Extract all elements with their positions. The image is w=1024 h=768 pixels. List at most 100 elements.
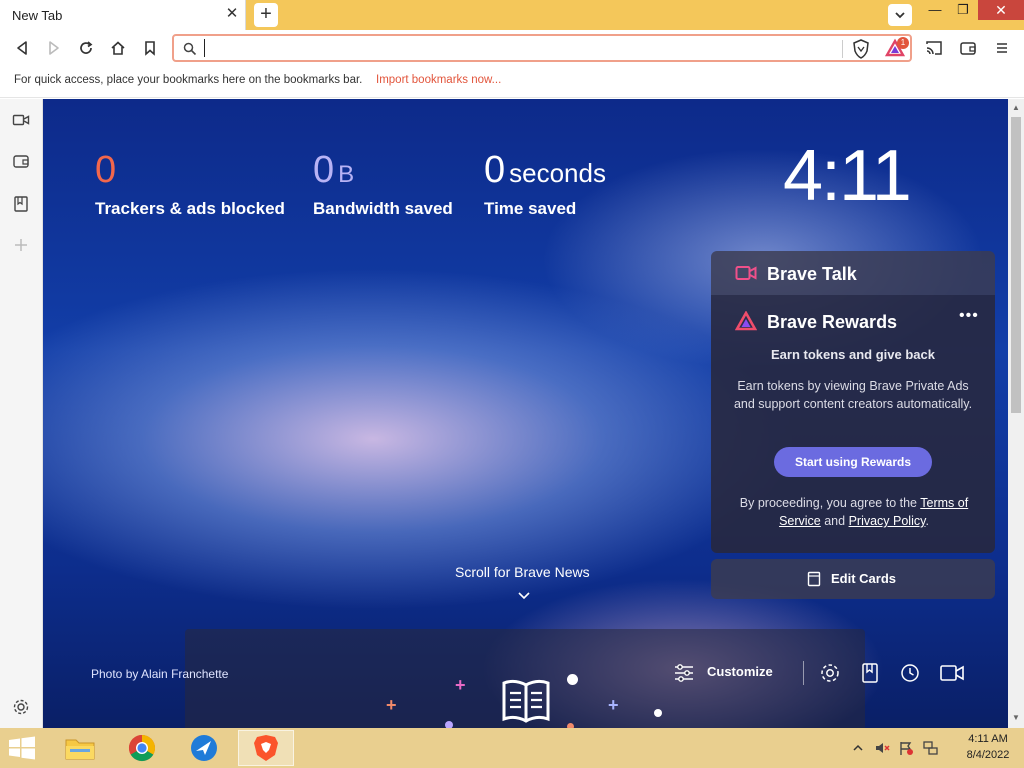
customize-button[interactable]: Customize [707,664,773,679]
tray-overflow-icon[interactable] [850,740,866,756]
home-button[interactable] [108,38,128,58]
brave-news-book-icon[interactable] [501,677,551,723]
brave-talk-card[interactable]: Brave Talk [711,251,995,295]
windows-taskbar: 4:11 AM 8/4/2022 [0,728,1024,768]
network-icon[interactable] [922,740,938,756]
bookmarks-bar: For quick access, place your bookmarks h… [0,66,1024,98]
wallet-icon [13,155,29,168]
page-scrollbar[interactable]: ▲ ▼ [1008,99,1024,728]
cast-button[interactable] [924,38,944,58]
privacy-policy-link[interactable]: Privacy Policy [849,514,926,528]
history-clock-icon[interactable] [899,662,921,684]
home-icon [111,41,125,55]
brave-talk-video-icon[interactable] [939,662,965,684]
brave-rewards-button[interactable]: 1 [884,37,910,60]
stat-time-value: 0 seconds [484,149,606,191]
main-menu-button[interactable] [992,38,1012,58]
photo-credit: Photo by Alain Franchette [91,667,229,681]
edit-cards-button[interactable]: Edit Cards [711,559,995,599]
decorative-dot [445,721,453,728]
new-tab-button[interactable]: + [254,3,278,27]
scroll-up-arrow-icon[interactable]: ▲ [1012,103,1020,112]
close-window-button[interactable]: ✕ [978,0,1024,20]
rewards-legal-text: By proceeding, you agree to the Terms of… [739,496,969,528]
tab-new-tab[interactable]: New Tab ✕ [0,0,246,30]
forward-button[interactable] [44,38,64,58]
sidebar-item-wallet[interactable] [10,150,32,172]
action-center-flag-icon[interactable] [898,740,914,756]
plus-icon [15,239,27,251]
reload-button[interactable] [76,38,96,58]
volume-muted-icon[interactable] [874,740,890,756]
edit-cards-icon [807,571,821,587]
sidebar-add-button[interactable] [10,234,32,256]
sliders-icon [675,664,693,682]
import-bookmarks-link[interactable]: Import bookmarks now... [376,74,501,86]
video-camera-icon [12,114,30,126]
stat-bandwidth-value: 0B [313,149,355,191]
bookmark-button[interactable] [140,38,160,58]
forward-icon [49,41,59,55]
tab-title: New Tab [12,8,63,23]
chrome-icon [128,734,156,762]
bookmarks-icon [14,196,28,212]
settings-gear-icon[interactable] [819,662,841,684]
windows-start-icon[interactable] [8,736,36,760]
sidebar-settings-button[interactable] [10,696,32,718]
taskbar-app[interactable] [176,730,232,766]
minimize-button[interactable]: — [920,0,950,20]
chevron-down-icon[interactable] [517,591,531,601]
sidebar-item-talk[interactable] [10,109,32,131]
back-icon [17,41,27,55]
decorative-plus-icon: + [608,695,619,715]
taskbar-clock-date[interactable]: 8/4/2022 [960,749,1016,761]
scroll-down-arrow-icon[interactable]: ▼ [1012,713,1020,722]
bookmark-icon [145,41,155,56]
back-button[interactable] [12,38,32,58]
scrollbar-thumb[interactable] [1011,117,1021,413]
decorative-plus-icon: + [386,695,397,715]
folder-icon [65,739,95,760]
rewards-more-menu-icon[interactable]: ••• [959,307,979,325]
bookmarks-hint: For quick access, place your bookmarks h… [14,74,363,86]
decorative-plus-icon: + [455,675,466,695]
address-bar[interactable]: 1 [172,34,912,62]
maximize-button[interactable]: ❐ [948,0,978,20]
taskbar-brave[interactable] [238,730,294,766]
scroll-for-brave-news[interactable]: Scroll for Brave News [455,564,590,580]
brave-talk-title: Brave Talk [767,264,857,284]
stat-trackers-value: 0 [95,149,117,191]
tab-search-button[interactable] [888,4,912,26]
cast-icon [926,41,942,55]
sidebar-item-bookmarks[interactable] [10,193,32,215]
brave-lion-icon [254,735,278,761]
address-bar-divider [842,40,843,58]
taskbar-file-explorer[interactable] [52,730,108,766]
decorative-dot [567,674,578,685]
stat-time-label: Time saved [484,199,577,218]
stat-bandwidth-label: Bandwidth saved [313,199,453,218]
url-input[interactable] [204,39,804,57]
taskbar-clock-time[interactable]: 4:11 AM [960,733,1016,745]
tab-strip: New Tab ✕ + — ❐ ✕ [0,0,1024,30]
clock: 4:11 [783,136,912,216]
search-icon [183,42,197,56]
hamburger-menu-icon [997,43,1007,53]
wallet-button[interactable] [958,38,978,58]
start-using-rewards-button[interactable]: Start using Rewards [774,447,932,477]
sidebar [0,99,43,728]
rewards-badge: 1 [897,37,909,49]
brave-shields-icon[interactable] [852,39,870,59]
taskbar-chrome[interactable] [114,730,170,766]
rewards-description: Earn tokens by viewing Brave Private Ads… [733,379,973,411]
navigation-toolbar: 1 [0,30,1024,66]
close-tab-icon[interactable]: ✕ [224,6,240,22]
decorative-dot [654,709,662,717]
stat-trackers-label: Trackers & ads blocked [95,199,285,218]
bottom-bar-divider [803,661,804,685]
brave-rewards-card: Brave Rewards ••• Earn tokens and give b… [711,295,995,553]
gear-icon [13,699,29,715]
new-tab-page: 0 Trackers & ads blocked 0B Bandwidth sa… [43,99,1008,728]
bookmarks-page-icon[interactable] [859,662,881,684]
photo-author-link[interactable]: Alain Franchette [141,667,228,681]
